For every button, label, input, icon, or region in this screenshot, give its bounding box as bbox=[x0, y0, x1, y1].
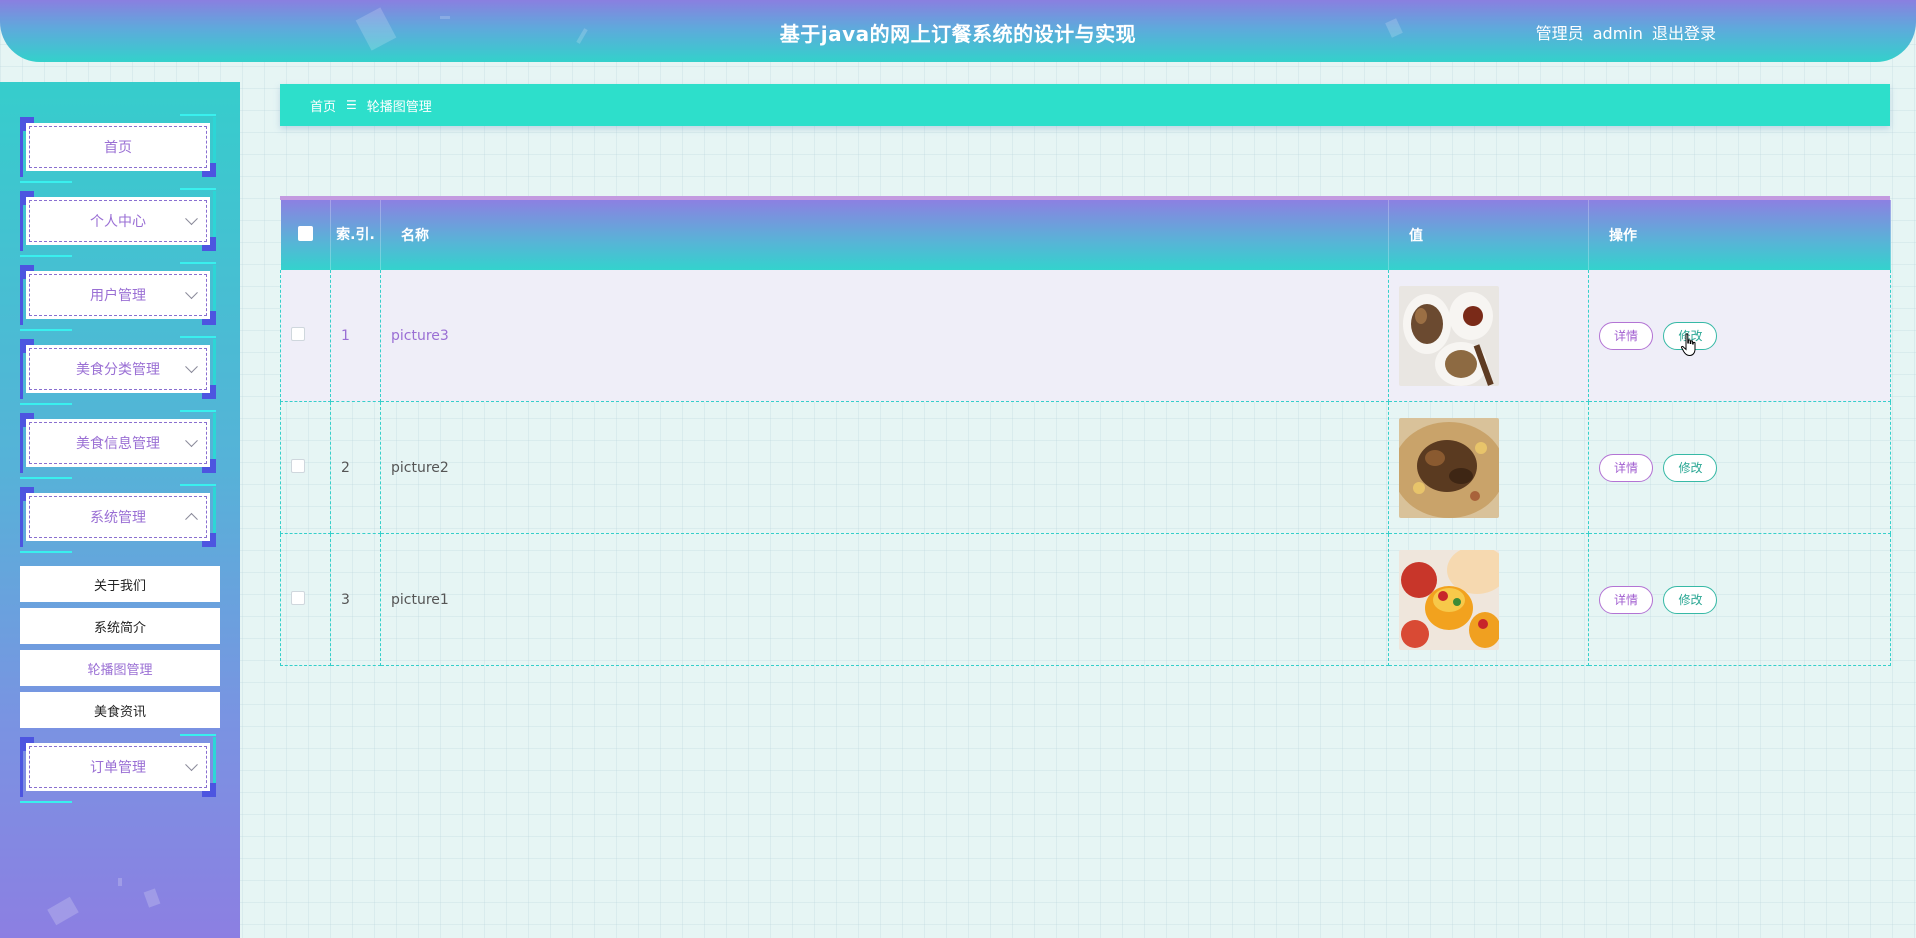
row-checkbox-cell bbox=[280, 401, 331, 534]
row-actions: 详情 修改 bbox=[1588, 270, 1891, 402]
row-index: 3 bbox=[330, 533, 381, 666]
index-column-header: 索.引. bbox=[330, 200, 381, 270]
sidebar-item-label: 用户管理 bbox=[90, 288, 146, 304]
submenu-item-food-news[interactable]: 美食资讯 bbox=[20, 692, 220, 728]
edit-button[interactable]: 修改 bbox=[1663, 453, 1718, 482]
row-index: 1 bbox=[330, 270, 381, 402]
breadcrumb-separator-icon: ☰ bbox=[346, 98, 357, 112]
row-actions: 详情 修改 bbox=[1588, 401, 1891, 534]
row-checkbox[interactable] bbox=[291, 590, 305, 605]
food-image-thumbnail[interactable] bbox=[1399, 549, 1499, 650]
breadcrumb: 首页 ☰ 轮播图管理 bbox=[280, 84, 1890, 126]
row-image-cell bbox=[1388, 401, 1589, 534]
detail-button[interactable]: 详情 bbox=[1599, 585, 1654, 614]
breadcrumb-home[interactable]: 首页 bbox=[310, 96, 336, 115]
sidebar-item-order-management[interactable]: 订单管理 bbox=[20, 734, 216, 803]
sidebar-item-label: 美食信息管理 bbox=[76, 436, 160, 452]
row-image-cell bbox=[1388, 270, 1589, 402]
sidebar-item-home[interactable]: 首页 bbox=[20, 114, 216, 183]
sidebar-decoration bbox=[143, 888, 161, 908]
chevron-down-icon bbox=[185, 212, 198, 226]
row-name: picture2 bbox=[380, 401, 1389, 534]
food-image-thumbnail[interactable] bbox=[1399, 417, 1499, 518]
sidebar-item-label: 首页 bbox=[104, 140, 132, 156]
chevron-down-icon bbox=[185, 360, 198, 374]
chevron-down-icon bbox=[185, 286, 198, 300]
sidebar-item-food-info-management[interactable]: 美食信息管理 bbox=[20, 410, 216, 479]
logout-link[interactable]: 退出登录 bbox=[1652, 24, 1716, 43]
table-row: 1 picture3 详情 修改 bbox=[280, 270, 1891, 402]
select-all-checkbox[interactable] bbox=[297, 225, 313, 241]
sidebar-decoration bbox=[118, 878, 122, 886]
submenu-item-about-us[interactable]: 关于我们 bbox=[20, 566, 220, 602]
row-index: 2 bbox=[330, 401, 381, 534]
row-checkbox-cell bbox=[280, 533, 331, 666]
chevron-down-icon bbox=[185, 434, 198, 448]
submenu-item-carousel-management[interactable]: 轮播图管理 bbox=[20, 650, 220, 686]
carousel-table: 索.引. 名称 值 操作 1 picture3 详情 修改 2 picture2… bbox=[280, 196, 1891, 666]
row-name: picture1 bbox=[380, 533, 1389, 666]
sidebar-item-label: 系统管理 bbox=[90, 510, 146, 526]
sidebar-item-food-category-management[interactable]: 美食分类管理 bbox=[20, 336, 216, 405]
sidebar-item-user-management[interactable]: 用户管理 bbox=[20, 262, 216, 331]
table-row: 3 picture1 详情 修改 bbox=[280, 533, 1891, 666]
sidebar-item-system-management[interactable]: 系统管理 bbox=[20, 484, 216, 553]
chevron-up-icon bbox=[185, 512, 198, 526]
action-column-header: 操作 bbox=[1588, 200, 1891, 270]
top-header: 基于java的网上订餐系统的设计与实现 管理员 admin 退出登录 bbox=[0, 0, 1916, 62]
sidebar-item-label: 美食分类管理 bbox=[76, 362, 160, 378]
table-row: 2 picture2 详情 修改 bbox=[280, 401, 1891, 534]
detail-button[interactable]: 详情 bbox=[1599, 321, 1654, 350]
sidebar-item-personal-center[interactable]: 个人中心 bbox=[20, 188, 216, 257]
row-name: picture3 bbox=[380, 270, 1389, 402]
select-all-header bbox=[280, 200, 331, 270]
submenu-item-system-intro[interactable]: 系统简介 bbox=[20, 608, 220, 644]
row-actions: 详情 修改 bbox=[1588, 533, 1891, 666]
user-info: 管理员 admin 退出登录 bbox=[1532, 20, 1716, 44]
sidebar-item-label: 个人中心 bbox=[90, 214, 146, 230]
row-checkbox[interactable] bbox=[291, 458, 305, 473]
hand-cursor-icon bbox=[1681, 333, 1696, 357]
table-header-row: 索.引. 名称 值 操作 bbox=[280, 200, 1891, 270]
chevron-down-icon bbox=[185, 758, 198, 772]
user-name: admin bbox=[1592, 24, 1643, 43]
row-checkbox[interactable] bbox=[291, 326, 305, 341]
sidebar: 首页 个人中心 用户管理 美食分类管理 美食信息管理 系统管理 关于我们 系统简… bbox=[0, 82, 240, 938]
detail-button[interactable]: 详情 bbox=[1599, 453, 1654, 482]
row-checkbox-cell bbox=[280, 270, 331, 402]
value-column-header: 值 bbox=[1388, 200, 1589, 270]
user-role: 管理员 bbox=[1535, 24, 1584, 43]
edit-button[interactable]: 修改 bbox=[1663, 585, 1718, 614]
sidebar-decoration bbox=[47, 896, 79, 926]
row-image-cell bbox=[1388, 533, 1589, 666]
food-image-thumbnail[interactable] bbox=[1399, 285, 1499, 386]
sidebar-item-label: 订单管理 bbox=[90, 760, 146, 776]
breadcrumb-current: 轮播图管理 bbox=[366, 99, 432, 115]
name-column-header: 名称 bbox=[380, 200, 1389, 270]
